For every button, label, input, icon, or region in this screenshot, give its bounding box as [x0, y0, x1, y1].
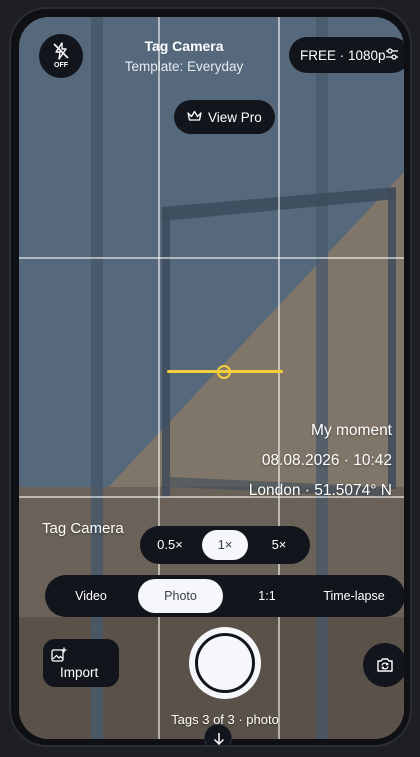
camera-flip-icon [377, 658, 393, 672]
mode-time-lapse[interactable]: Time-lapse [309, 579, 399, 613]
crown-icon [187, 110, 202, 121]
grid-line-vertical [278, 17, 280, 739]
capture-mode-selector: Video Photo 1:1 Time-lapse [45, 575, 404, 617]
flash-state-label: OFF [54, 62, 68, 69]
mode-video[interactable]: Video [51, 579, 131, 613]
watermark-label: Tag Camera [42, 520, 124, 537]
phone-frame: OFF Tag Camera Template: Everyday FREE ·… [9, 7, 412, 747]
import-button[interactable]: Import [43, 639, 119, 687]
sliders-icon [386, 48, 398, 60]
app-title: Tag Camera [144, 38, 224, 54]
tags-status: Tags 3 of 3 · photo [171, 712, 279, 727]
zoom-option-1x[interactable]: 1× [202, 530, 248, 560]
zoom-option-0-5x[interactable]: 0.5× [147, 530, 193, 560]
mode-photo[interactable]: Photo [138, 579, 223, 613]
collapse-button[interactable] [204, 724, 232, 745]
flash-off-icon [53, 42, 69, 60]
plan-resolution-label: FREE · 1080p [300, 48, 386, 63]
shutter-ring [195, 633, 255, 693]
chevron-down-icon [213, 733, 225, 745]
image-add-icon [51, 647, 67, 662]
shutter-button[interactable] [189, 627, 261, 699]
zoom-selector: 0.5× 1× 5× [140, 526, 310, 564]
grid-line-vertical [158, 17, 160, 739]
template-label[interactable]: Template: Everyday [99, 59, 269, 74]
flash-toggle-button[interactable]: OFF [39, 34, 83, 78]
flip-camera-button[interactable] [363, 643, 404, 687]
view-pro-button[interactable]: View Pro [174, 100, 275, 134]
mode-square[interactable]: 1:1 [233, 579, 301, 613]
stamp-location: London · 51.5074° N [248, 482, 392, 499]
view-pro-label: View Pro [208, 110, 262, 125]
stamp-datetime: 08.08.2026 · 10:42 [261, 452, 392, 469]
zoom-option-5x[interactable]: 5× [256, 530, 302, 560]
grid-line-horizontal [19, 257, 404, 259]
import-label: Import [60, 665, 99, 680]
camera-viewfinder[interactable]: OFF Tag Camera Template: Everyday FREE ·… [19, 17, 404, 739]
stamp-caption: My moment [311, 422, 392, 439]
level-indicator-center [217, 365, 231, 379]
plan-resolution-button[interactable]: FREE · 1080p [289, 37, 404, 73]
